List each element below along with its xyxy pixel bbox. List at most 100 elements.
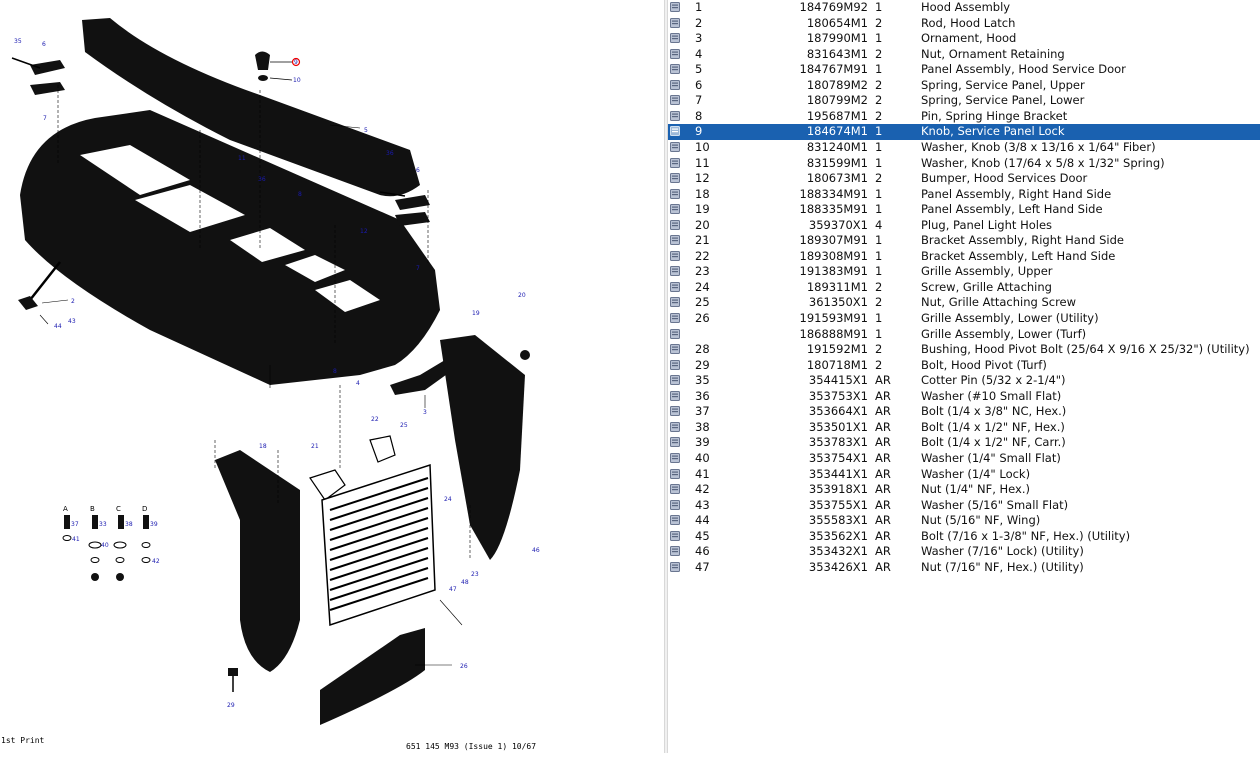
part-qty: 1: [875, 264, 883, 279]
part-row[interactable]: 186888M91 1 Grille Assembly, Lower (Turf): [668, 327, 1260, 343]
part-row[interactable]: 47 353426X1 AR Nut (7/16" NF, Hex.) (Utilit…: [668, 560, 1260, 576]
part-icon[interactable]: [670, 281, 680, 292]
part-row[interactable]: 39 353783X1 AR Bolt (1/4 x 1/2" NF, Carr.): [668, 435, 1260, 451]
part-row[interactable]: 6 180789M2 2 Spring, Service Panel, Upper: [668, 78, 1260, 94]
part-description: Washer (1/4" Lock): [921, 466, 1031, 481]
part-icon[interactable]: [670, 546, 680, 557]
part-row[interactable]: 37 353664X1 AR Bolt (1/4 x 3/8" NC, Hex.): [668, 404, 1260, 420]
part-icon[interactable]: [670, 406, 680, 417]
part-row[interactable]: 41 353441X1 AR Washer (1/4" Lock): [668, 467, 1260, 483]
part-icon[interactable]: [670, 204, 680, 215]
part-number: 831599M1: [806, 155, 868, 170]
part-row[interactable]: 18 188334M91 1 Panel Assembly, Right Hand S…: [668, 187, 1260, 203]
part-row[interactable]: 20 359370X1 4 Plug, Panel Light Holes: [668, 218, 1260, 234]
part-icon[interactable]: [670, 110, 680, 121]
part-row[interactable]: 38 353501X1 AR Bolt (1/4 x 1/2" NF, Hex.): [668, 420, 1260, 436]
part-icon[interactable]: [670, 141, 680, 152]
part-row[interactable]: 12 180673M1 2 Bumper, Hood Services Door: [668, 171, 1260, 187]
part-qty: AR: [875, 435, 891, 450]
part-row[interactable]: 40 353754X1 AR Washer (1/4" Small Flat): [668, 451, 1260, 467]
part-row[interactable]: 3 187990M1 1 Ornament, Hood: [668, 31, 1260, 47]
part-icon[interactable]: [670, 515, 680, 526]
part-icon[interactable]: [670, 17, 680, 28]
part-row[interactable]: 43 353755X1 AR Washer (5/16" Small Flat): [668, 498, 1260, 514]
part-row[interactable]: 23 191383M91 1 Grille Assembly, Upper: [668, 264, 1260, 280]
part-row[interactable]: 8 195687M1 2 Pin, Spring Hinge Bracket: [668, 109, 1260, 125]
part-icon[interactable]: [670, 561, 680, 572]
part-row[interactable]: 7 180799M2 2 Spring, Service Panel, Lower: [668, 93, 1260, 109]
part-row[interactable]: 35 354415X1 AR Cotter Pin (5/32 x 2-1/4"): [668, 373, 1260, 389]
splitter-grip-icon[interactable]: ⋮: [665, 343, 673, 357]
part-row[interactable]: 45 353562X1 AR Bolt (7/16 x 1-3/8" NF, Hex.…: [668, 529, 1260, 545]
part-icon[interactable]: [670, 297, 680, 308]
part-row[interactable]: 21 189307M91 1 Bracket Assembly, Right Hand…: [668, 233, 1260, 249]
part-qty: AR: [875, 528, 891, 543]
part-row[interactable]: 25 361350X1 2 Nut, Grille Attaching Screw: [668, 295, 1260, 311]
part-row[interactable]: 24 189311M1 2 Screw, Grille Attaching: [668, 280, 1260, 296]
callout-11: 11: [238, 155, 246, 162]
part-row[interactable]: 44 355583X1 AR Nut (5/16" NF, Wing): [668, 513, 1260, 529]
part-icon[interactable]: [670, 484, 680, 495]
part-icon[interactable]: [670, 188, 680, 199]
part-qty: 1: [875, 139, 883, 154]
part-icon[interactable]: [670, 2, 680, 12]
part-description: Knob, Service Panel Lock: [921, 124, 1065, 139]
callout-18: 18: [259, 443, 267, 450]
part-icon[interactable]: [670, 64, 680, 75]
part-row[interactable]: 22 189308M91 1 Bracket Assembly, Left Hand …: [668, 249, 1260, 265]
part-number: 191592M1: [806, 342, 868, 357]
part-row[interactable]: 5 184767M91 1 Panel Assembly, Hood Service …: [668, 62, 1260, 78]
part-number: 189308M91: [799, 248, 868, 263]
part-icon[interactable]: [670, 250, 680, 261]
part-row[interactable]: 4 831643M1 2 Nut, Ornament Retaining: [668, 47, 1260, 63]
callout-25: 25: [400, 422, 408, 429]
part-row[interactable]: 29 180718M1 2 Bolt, Hood Pivot (Turf): [668, 358, 1260, 374]
part-number: 353426X1: [808, 559, 868, 574]
part-icon[interactable]: [670, 79, 680, 90]
part-icon[interactable]: [670, 437, 680, 448]
part-icon[interactable]: [670, 499, 680, 510]
part-number: 353432X1: [808, 544, 868, 559]
part-number: 353755X1: [808, 497, 868, 512]
part-row[interactable]: 28 191592M1 2 Bushing, Hood Pivot Bolt (25/…: [668, 342, 1260, 358]
part-qty: 2: [875, 15, 883, 30]
exploded-parts-diagram[interactable]: 35 6 7 9 10 11 36 5 8 12 2 44 43 20 19 4…: [0, 0, 664, 753]
part-icon[interactable]: [670, 219, 680, 230]
part-qty: AR: [875, 497, 891, 512]
part-icon[interactable]: [670, 95, 680, 106]
part-icon[interactable]: [670, 344, 680, 355]
part-qty: 2: [875, 342, 883, 357]
part-row[interactable]: 10 831240M1 1 Washer, Knob (3/8 x 13/16 x 1…: [668, 140, 1260, 156]
part-icon[interactable]: [670, 390, 680, 401]
part-icon[interactable]: [670, 530, 680, 541]
part-icon[interactable]: [670, 313, 680, 323]
part-icon[interactable]: [670, 468, 680, 479]
part-icon[interactable]: [670, 328, 680, 339]
part-row[interactable]: 19 188335M91 1 Panel Assembly, Left Hand Si…: [668, 202, 1260, 218]
part-icon[interactable]: [670, 33, 680, 44]
key-b: B: [90, 505, 95, 513]
part-ref: 44: [695, 513, 710, 528]
callout-23: 23: [471, 571, 479, 578]
part-icon[interactable]: [670, 266, 680, 277]
part-icon[interactable]: [670, 421, 680, 432]
part-icon[interactable]: [670, 359, 680, 370]
part-icon[interactable]: [670, 157, 680, 168]
part-row[interactable]: 9 184674M1 1 Knob, Service Panel Lock: [668, 124, 1260, 140]
part-row[interactable]: 36 353753X1 AR Washer (#10 Small Flat): [668, 389, 1260, 405]
part-icon[interactable]: [670, 173, 680, 184]
part-row[interactable]: 42 353918X1 AR Nut (1/4" NF, Hex.): [668, 482, 1260, 498]
part-icon[interactable]: [670, 126, 680, 137]
part-row[interactable]: 26 191593M91 1 Grille Assembly, Lower (Util…: [668, 311, 1260, 327]
part-description: Pin, Spring Hinge Bracket: [921, 108, 1068, 123]
part-row[interactable]: 1 184769M92 1 Hood Assembly: [668, 0, 1260, 16]
part-ref: 9: [695, 124, 703, 139]
part-row[interactable]: 2 180654M1 2 Rod, Hood Latch: [668, 16, 1260, 32]
part-row[interactable]: 11 831599M1 1 Washer, Knob (17/64 x 5/8 x 1…: [668, 156, 1260, 172]
part-icon[interactable]: [670, 452, 680, 463]
part-row[interactable]: 46 353432X1 AR Washer (7/16" Lock) (Utility…: [668, 544, 1260, 560]
part-icon[interactable]: [670, 235, 680, 246]
part-icon[interactable]: [670, 48, 680, 59]
part-icon[interactable]: [670, 375, 680, 386]
callout-36: 36: [258, 176, 266, 183]
